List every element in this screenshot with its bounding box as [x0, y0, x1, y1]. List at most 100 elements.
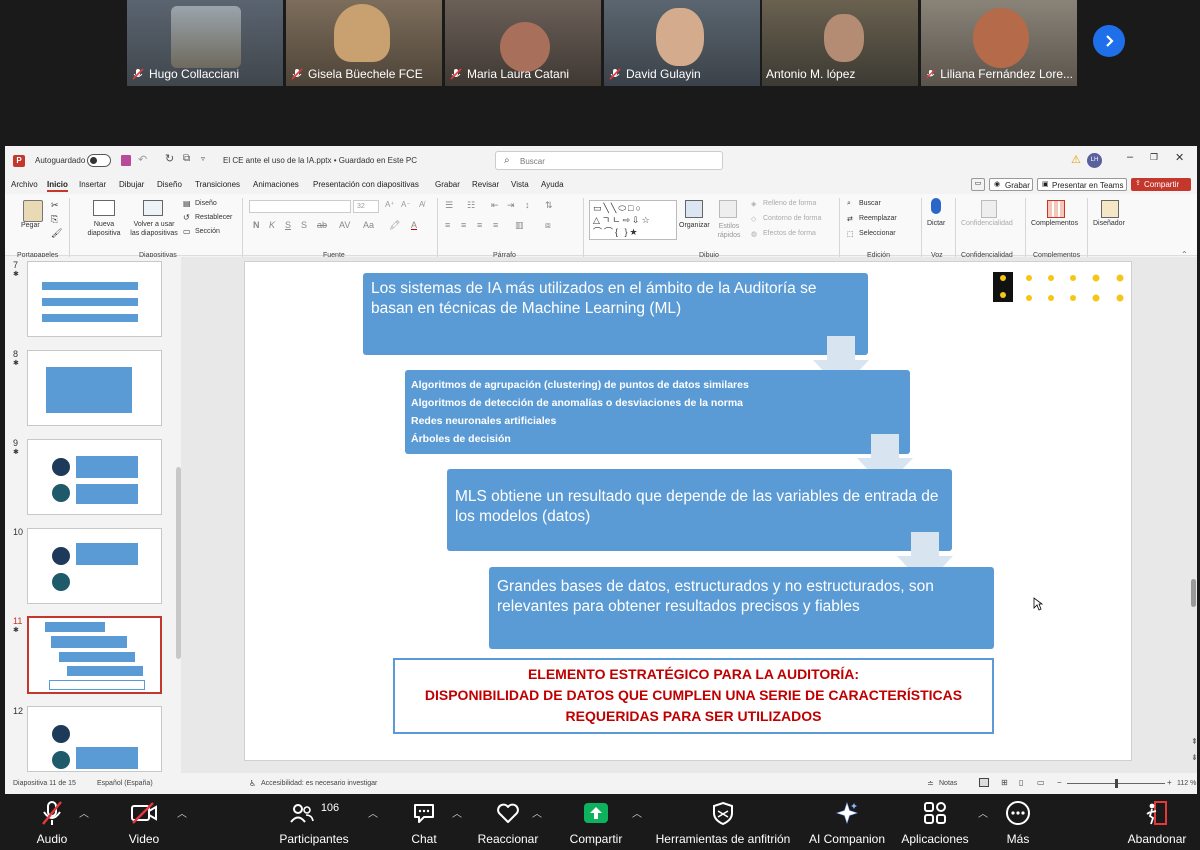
dictate-label[interactable]: Dictar	[927, 220, 945, 227]
react-options-chevron-icon[interactable]: ︿	[532, 805, 542, 820]
bullets-icon[interactable]: ☰	[445, 200, 453, 211]
notes-icon[interactable]: ≐	[927, 779, 934, 788]
slide-thumbnail[interactable]	[27, 350, 162, 426]
zoom-slider[interactable]	[1067, 779, 1165, 788]
comments-icon[interactable]: ▭	[971, 178, 985, 191]
share-button[interactable]: ⇪ Compartir	[1131, 178, 1191, 191]
more-button[interactable]: Más	[996, 799, 1040, 846]
numbering-icon[interactable]: ☷	[467, 200, 475, 211]
shadow-icon[interactable]: S	[301, 220, 307, 230]
participants-button[interactable]: 106 Participantes	[276, 799, 352, 846]
tab-transiciones[interactable]: Transiciones	[195, 180, 240, 189]
cut-icon[interactable]: ✂	[51, 200, 59, 211]
shapes-gallery[interactable]: ▭╲╲⬭□○ △ㄱㄴ⇨⇩☆ ⌒⌒{ }★	[589, 200, 677, 240]
arrange-icon[interactable]	[685, 200, 703, 218]
quick-styles-label[interactable]: Estilos rápidos	[711, 222, 747, 240]
quick-styles-icon[interactable]	[719, 200, 737, 218]
align-left-icon[interactable]: ≡	[445, 220, 450, 230]
spacing-icon[interactable]: AV	[339, 220, 350, 230]
indent-icon[interactable]: ⇤	[491, 200, 499, 211]
new-slide-icon[interactable]	[93, 200, 115, 216]
format-painter-icon[interactable]: 🖌	[51, 228, 62, 239]
next-participants-button[interactable]	[1093, 25, 1125, 57]
columns-icon[interactable]: ▥	[515, 220, 524, 231]
normal-view-icon[interactable]	[979, 778, 989, 787]
video-options-chevron-icon[interactable]: ︿	[177, 805, 187, 820]
slide-box-algorithms-list[interactable]: Algoritmos de agrupación (clustering) de…	[405, 370, 910, 454]
slide-box-ml-systems[interactable]: Los sistemas de IA más utilizados en el …	[363, 273, 868, 355]
autosave-toggle[interactable]	[87, 154, 111, 167]
chat-button[interactable]: Chat	[402, 799, 446, 846]
slide-box-mls-result[interactable]: MLS obtiene un resultado que depende de …	[447, 469, 952, 551]
participant-tile[interactable]: Maria Laura Catani	[445, 0, 601, 86]
tab-grabar[interactable]: Grabar	[435, 180, 460, 189]
font-size-box[interactable]: 32	[353, 200, 379, 213]
close-icon[interactable]: ✕	[1175, 151, 1184, 164]
justify-icon[interactable]: ≡	[493, 220, 498, 230]
video-button[interactable]: Video	[120, 799, 168, 846]
minimize-icon[interactable]: –	[1127, 151, 1133, 163]
share-options-chevron-icon[interactable]: ︿	[632, 805, 642, 820]
select-label[interactable]: Seleccionar	[859, 230, 896, 237]
tab-diseno[interactable]: Diseño	[157, 180, 182, 189]
record-button[interactable]: ◉ Grabar	[989, 178, 1033, 191]
slide-box-big-data[interactable]: Grandes bases de datos, estructurados y …	[489, 567, 994, 649]
dictate-mic-icon[interactable]	[931, 198, 941, 214]
section-label[interactable]: Sección	[195, 228, 220, 235]
audio-button[interactable]: Audio	[28, 799, 76, 846]
tab-vista[interactable]: Vista	[511, 180, 529, 189]
participant-tile[interactable]: David Gulayin	[604, 0, 760, 86]
italic-icon[interactable]: K	[269, 220, 275, 230]
slide-thumbnail[interactable]	[27, 528, 162, 604]
next-slide-icon[interactable]: ⇟	[1191, 753, 1198, 762]
tab-inicio[interactable]: Inicio	[47, 180, 68, 192]
accessibility-status[interactable]: Accesibilidad: es necesario investigar	[261, 780, 377, 787]
outdent-icon[interactable]: ⇥	[507, 200, 515, 211]
zoom-slider-thumb[interactable]	[1115, 779, 1118, 788]
line-spacing-icon[interactable]: ↕	[525, 200, 530, 210]
sensitivity-label[interactable]: Confidencialidad	[961, 220, 1013, 227]
slide-callout-strategic-element[interactable]: ELEMENTO ESTRATÉGICO PARA LA AUDITORÍA: …	[393, 658, 994, 734]
find-icon[interactable]: ⌕	[847, 200, 851, 208]
arrange-label[interactable]: Organizar	[679, 222, 710, 229]
tab-revisar[interactable]: Revisar	[472, 180, 499, 189]
leave-button[interactable]: Abandonar	[1122, 799, 1192, 846]
new-slide-label[interactable]: Nueva diapositiva	[81, 220, 127, 238]
layout-icon[interactable]: ▤	[183, 199, 191, 208]
reading-view-icon[interactable]: ▯	[1019, 778, 1023, 787]
shape-effects-label[interactable]: Efectos de forma	[763, 230, 816, 237]
zoom-in-icon[interactable]: +	[1167, 778, 1172, 787]
font-color-icon[interactable]: A	[411, 220, 417, 230]
slide-thumbnail[interactable]	[27, 706, 162, 772]
shape-outline-label[interactable]: Contorno de forma	[763, 215, 821, 222]
prev-slide-icon[interactable]: ⇞	[1191, 737, 1198, 746]
slide-thumbnail[interactable]	[27, 261, 162, 337]
bold-icon[interactable]: N	[253, 220, 260, 230]
apps-options-chevron-icon[interactable]: ︿	[978, 805, 988, 820]
addins-icon[interactable]	[1047, 200, 1065, 218]
zoom-level[interactable]: 112 %	[1177, 780, 1196, 787]
restore-icon[interactable]: ❐	[1150, 152, 1158, 163]
shape-fill-label[interactable]: Relleno de forma	[763, 200, 816, 207]
reset-label[interactable]: Restablecer	[195, 214, 232, 221]
slide-sorter-icon[interactable]: ⊞	[1001, 778, 1008, 787]
addins-label[interactable]: Complementos	[1031, 220, 1078, 227]
find-label[interactable]: Buscar	[859, 200, 881, 207]
highlight-icon[interactable]: 🖍	[389, 220, 400, 231]
undo-icon[interactable]: ↶	[138, 153, 147, 166]
underline-icon[interactable]: S	[285, 220, 291, 230]
replace-icon[interactable]: ⇄	[847, 215, 853, 223]
slide-thumbnail[interactable]	[27, 439, 162, 515]
designer-label[interactable]: Diseñador	[1093, 220, 1125, 227]
clear-format-icon[interactable]: A̸	[419, 200, 424, 209]
present-icon[interactable]: ⧉	[183, 153, 190, 164]
copy-icon[interactable]: ⎘	[51, 214, 58, 225]
reset-icon[interactable]: ↺	[183, 213, 190, 222]
section-icon[interactable]: ▭	[183, 227, 191, 236]
slideshow-icon[interactable]: ▭	[1037, 778, 1045, 787]
change-case-icon[interactable]: Aa	[363, 220, 374, 230]
participant-tile[interactable]: Hugo Collacciani	[127, 0, 283, 86]
participant-tile[interactable]: Liliana Fernández Lore...	[921, 0, 1077, 86]
smartart-icon[interactable]: ⧈	[545, 220, 551, 231]
audio-options-chevron-icon[interactable]: ︿	[79, 805, 89, 820]
